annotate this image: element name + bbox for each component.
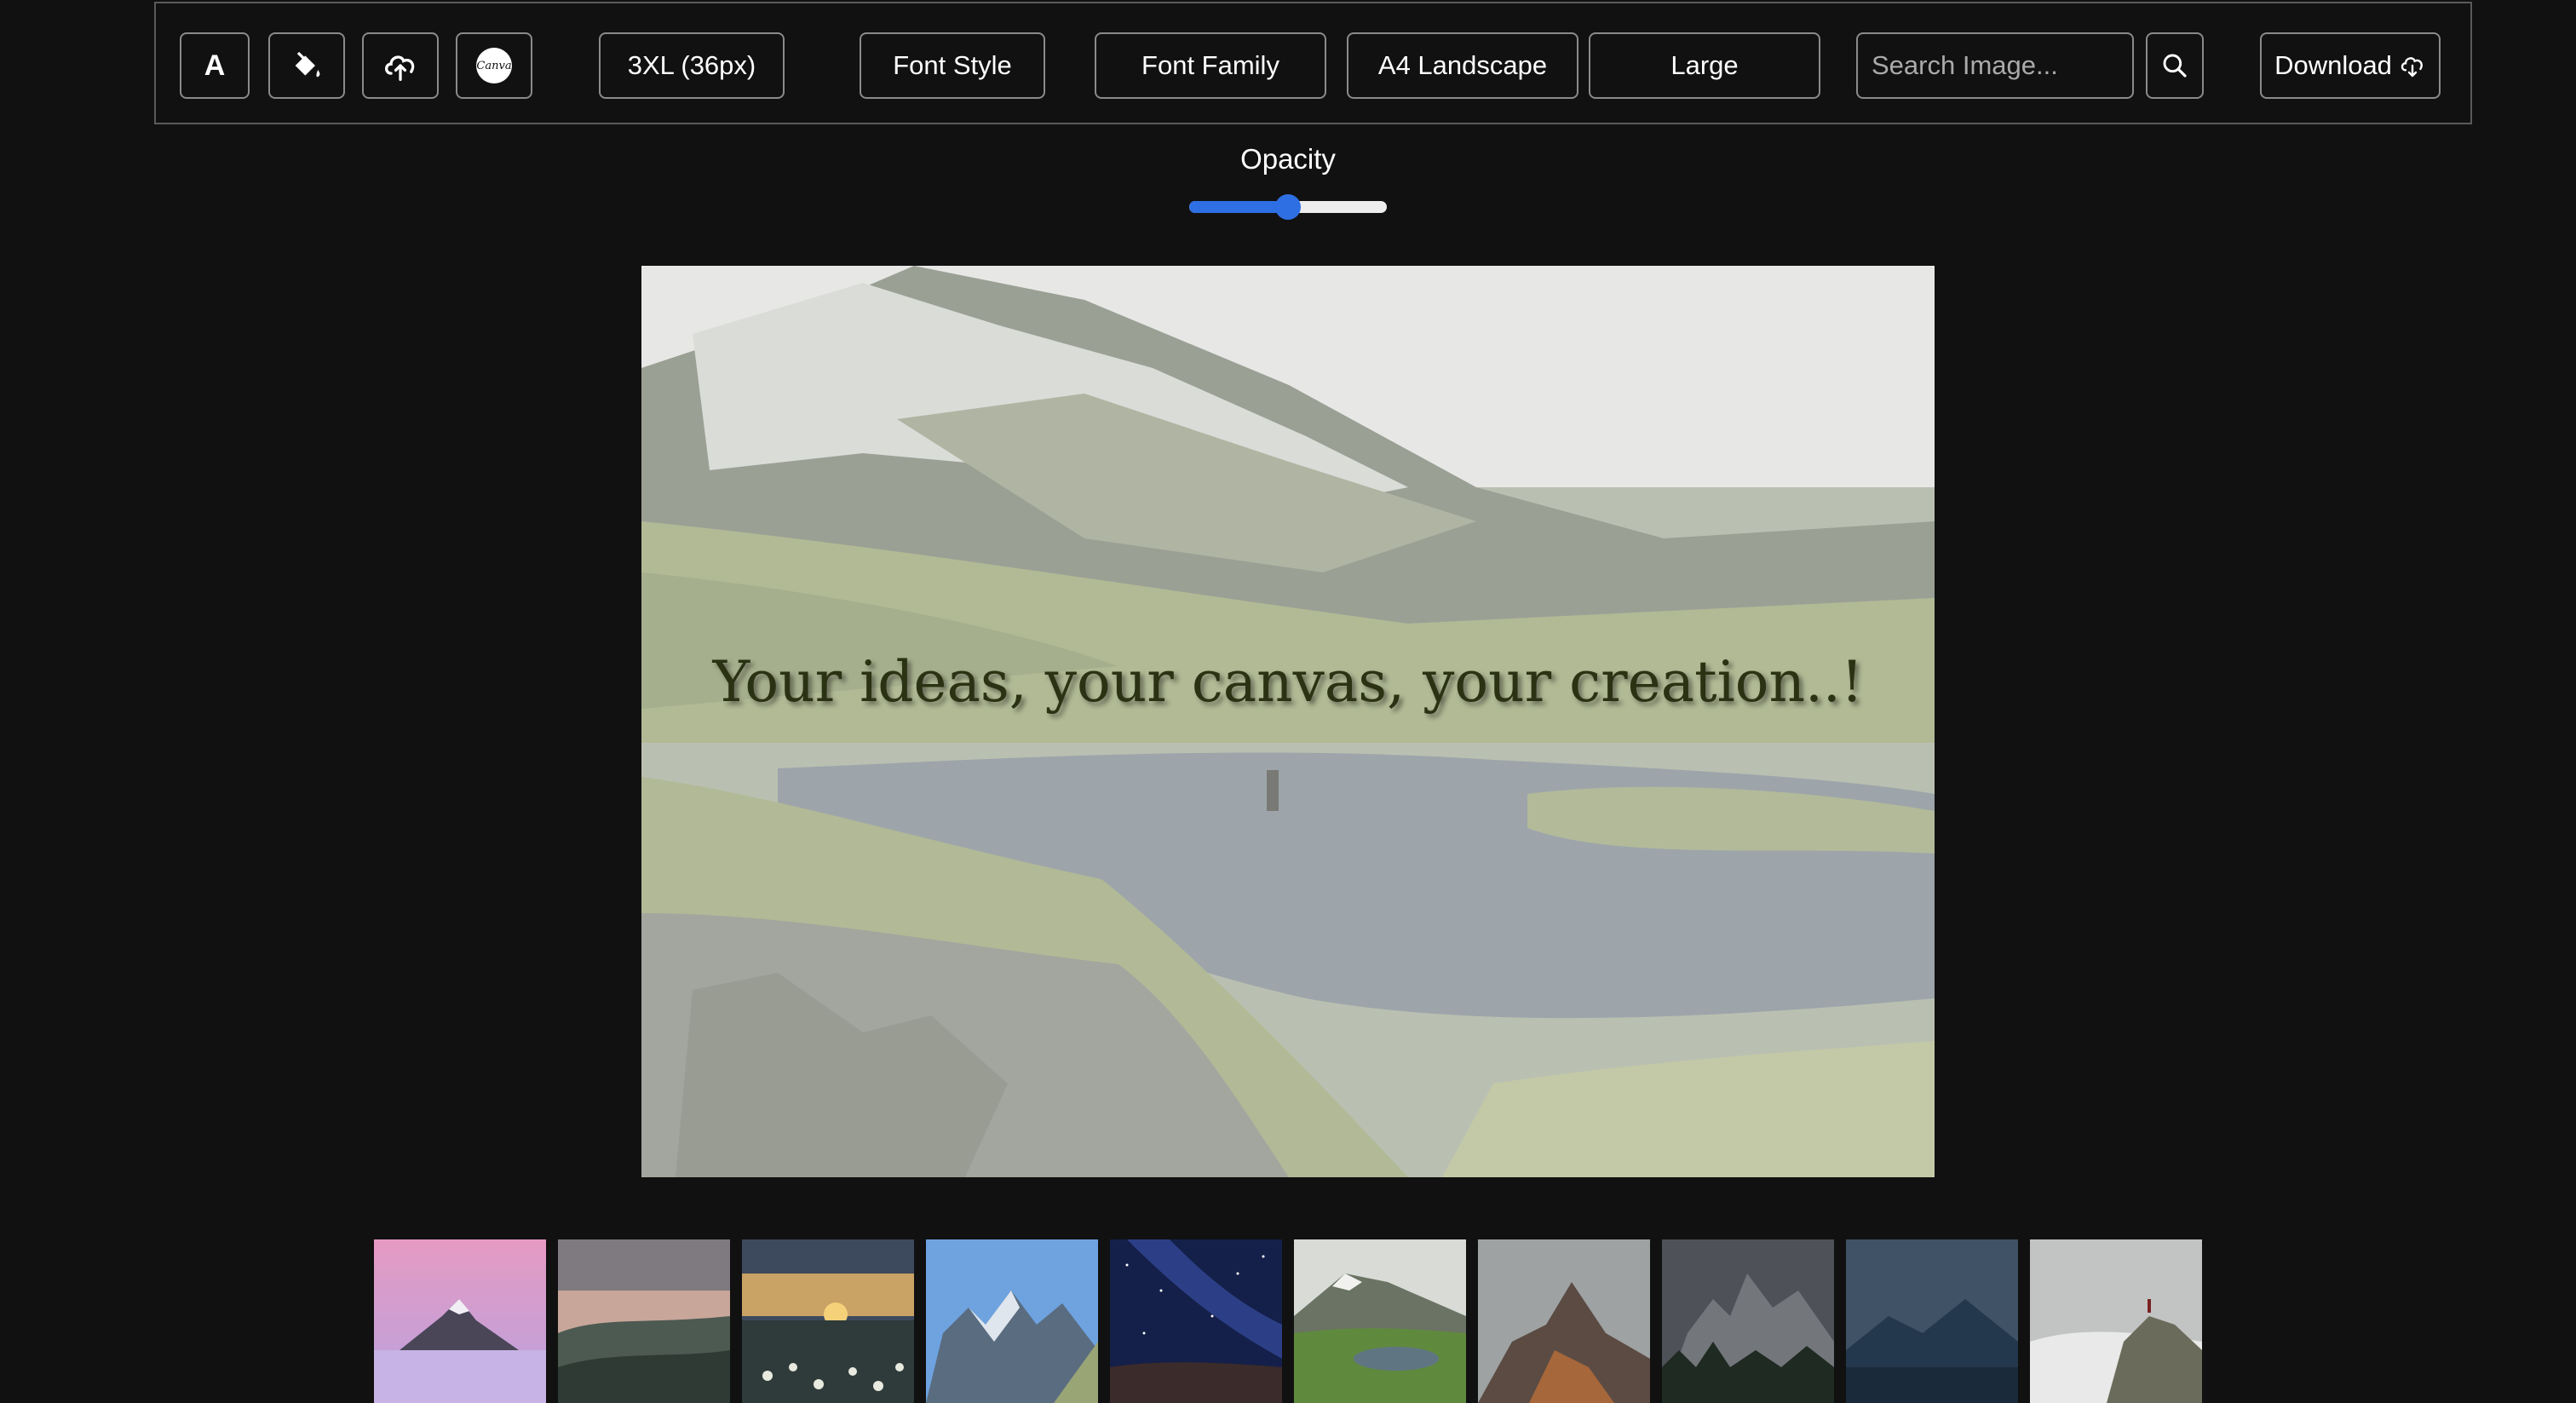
- thumbnail-pink-sky-peak[interactable]: [374, 1239, 546, 1403]
- thumbnail-cliff-above-clouds[interactable]: [2030, 1239, 2202, 1403]
- download-button[interactable]: Download: [2260, 32, 2441, 99]
- search-button[interactable]: [2146, 32, 2204, 99]
- thumbnail-orange-peak[interactable]: [1478, 1239, 1650, 1403]
- fill-color-button[interactable]: [268, 32, 345, 99]
- upload-cloud-icon: [382, 49, 419, 83]
- font-style-button[interactable]: Font Style: [860, 32, 1045, 99]
- canva-icon: Canva: [476, 48, 512, 83]
- canvas-text-layer[interactable]: Your ideas, your canvas, your creation..…: [641, 649, 1935, 715]
- size-label: Large: [1670, 50, 1739, 80]
- thumbnail-green-valley-lake[interactable]: [1294, 1239, 1466, 1403]
- download-label: Download: [2274, 50, 2392, 80]
- text-tool-button[interactable]: A: [180, 32, 250, 99]
- opacity-slider-fill: [1189, 201, 1288, 213]
- thumbnail-blue-lake-mountains[interactable]: [1846, 1239, 2018, 1403]
- search-input[interactable]: [1856, 32, 2134, 99]
- design-canvas[interactable]: Your ideas, your canvas, your creation..…: [641, 266, 1935, 1177]
- thumbnail-dusk-hills[interactable]: [558, 1239, 730, 1403]
- search-icon: [2161, 52, 2188, 79]
- thumbnail-sunset-flowers[interactable]: [742, 1239, 914, 1403]
- opacity-label: Opacity: [1240, 143, 1336, 175]
- thumbnail-milky-way[interactable]: [1110, 1239, 1282, 1403]
- text-icon: A: [204, 49, 226, 82]
- font-size-button[interactable]: 3XL (36px): [599, 32, 785, 99]
- canvas-opacity-overlay: [641, 266, 1935, 1177]
- toolbar: A Canva 3XL (36px) Font Style Font Famil…: [154, 2, 2472, 124]
- font-family-button[interactable]: Font Family: [1095, 32, 1326, 99]
- opacity-slider[interactable]: [1189, 194, 1387, 220]
- page-size-button[interactable]: A4 Landscape: [1347, 32, 1578, 99]
- paint-bucket-icon: [290, 49, 324, 83]
- thumbnail-dark-spires[interactable]: [1662, 1239, 1834, 1403]
- opacity-slider-thumb[interactable]: [1275, 194, 1301, 220]
- font-family-label: Font Family: [1141, 50, 1279, 80]
- upload-button[interactable]: [362, 32, 439, 99]
- font-size-label: 3XL (36px): [627, 50, 756, 80]
- font-style-label: Font Style: [893, 50, 1012, 80]
- page-size-label: A4 Landscape: [1377, 50, 1548, 80]
- size-button[interactable]: Large: [1589, 32, 1820, 99]
- download-cloud-icon: [2399, 53, 2426, 78]
- thumbnail-blue-dolomites[interactable]: [926, 1239, 1098, 1403]
- canva-button[interactable]: Canva: [456, 32, 532, 99]
